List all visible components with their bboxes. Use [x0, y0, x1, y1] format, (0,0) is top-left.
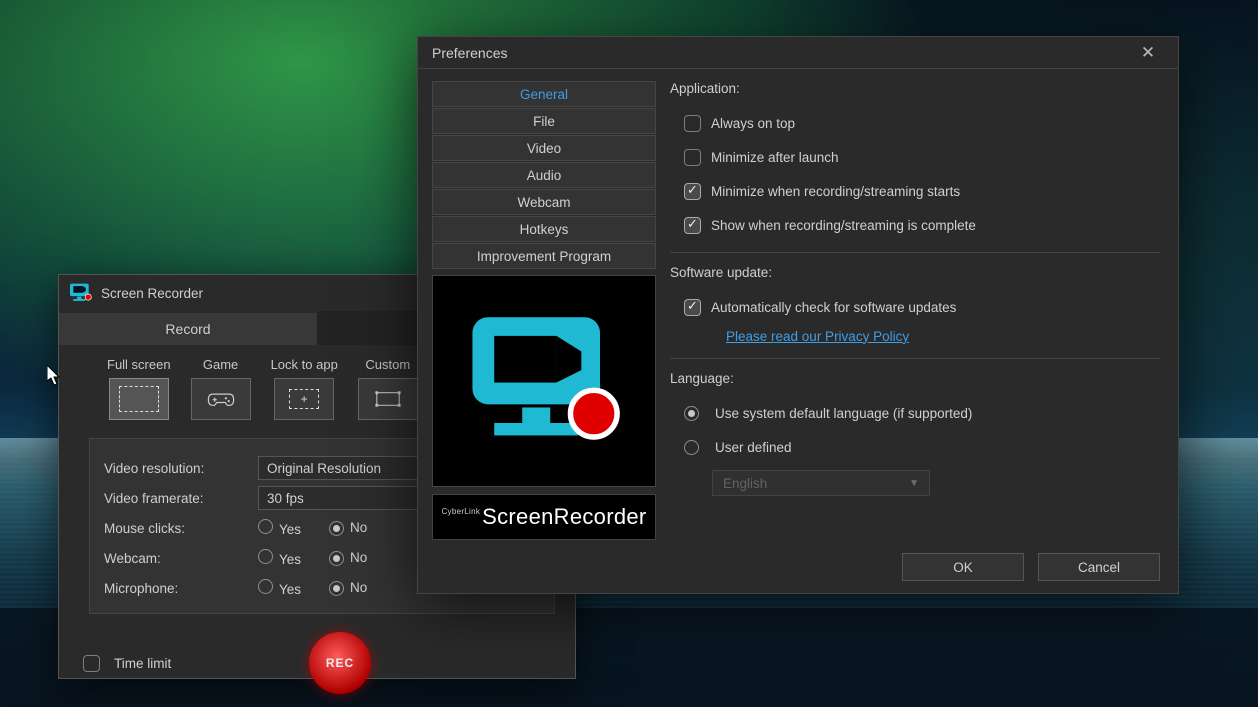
framerate-label: Video framerate:	[104, 491, 258, 506]
mode-custom-button[interactable]	[358, 378, 418, 420]
privacy-policy-link[interactable]: Please read our Privacy Policy	[726, 329, 909, 344]
app-logo-icon	[69, 282, 93, 304]
recorder-title: Screen Recorder	[101, 286, 203, 301]
cancel-button[interactable]: Cancel	[1038, 553, 1160, 581]
mouse-cursor	[47, 365, 63, 387]
language-select[interactable]: English ▼	[712, 470, 930, 496]
application-section-title: Application:	[670, 81, 1160, 96]
preferences-footer: OK Cancel	[418, 541, 1178, 593]
preferences-dialog: Preferences ✕ General File Video Audio W…	[417, 36, 1179, 594]
mic-no-radio[interactable]	[329, 581, 344, 596]
category-hotkeys[interactable]: Hotkeys	[432, 216, 656, 242]
category-webcam[interactable]: Webcam	[432, 189, 656, 215]
mouseclicks-no-radio[interactable]	[329, 521, 344, 536]
mic-yes-radio[interactable]	[258, 579, 273, 594]
category-file[interactable]: File	[432, 108, 656, 134]
mouseclicks-label: Mouse clicks:	[104, 521, 258, 536]
mode-fullscreen-label: Full screen	[107, 357, 171, 372]
section-divider	[670, 358, 1160, 359]
auto-update-label: Automatically check for software updates	[711, 300, 956, 315]
preferences-category-list: General File Video Audio Webcam Hotkeys …	[432, 81, 656, 541]
preferences-titlebar[interactable]: Preferences ✕	[418, 37, 1178, 69]
language-section-title: Language:	[670, 371, 1160, 386]
gamepad-icon	[207, 389, 235, 409]
mode-lock-label: Lock to app	[271, 357, 338, 372]
show-when-complete-label: Show when recording/streaming is complet…	[711, 218, 976, 233]
mode-custom-label: Custom	[365, 357, 410, 372]
language-user-radio[interactable]	[684, 440, 699, 455]
webcam-label: Webcam:	[104, 551, 258, 566]
mode-game-button[interactable]	[191, 378, 251, 420]
timelimit-label: Time limit	[114, 656, 171, 671]
language-user-label: User defined	[715, 440, 792, 455]
preferences-title: Preferences	[432, 45, 507, 61]
ok-button[interactable]: OK	[902, 553, 1024, 581]
recorder-bottom-row: Time limit REC	[59, 614, 575, 694]
language-system-radio[interactable]	[684, 406, 699, 421]
category-improvement[interactable]: Improvement Program	[432, 243, 656, 269]
timelimit-checkbox[interactable]	[83, 655, 100, 672]
tab-record[interactable]: Record	[59, 311, 317, 345]
section-divider	[670, 252, 1160, 253]
show-when-complete-checkbox[interactable]	[684, 217, 701, 234]
minimize-after-launch-checkbox[interactable]	[684, 149, 701, 166]
minimize-after-launch-label: Minimize after launch	[711, 150, 839, 165]
webcam-yes-radio[interactable]	[258, 549, 273, 564]
webcam-no-radio[interactable]	[329, 551, 344, 566]
close-icon[interactable]: ✕	[1132, 43, 1164, 63]
category-audio[interactable]: Audio	[432, 162, 656, 188]
preferences-content: Application: Always on top Minimize afte…	[670, 81, 1164, 541]
category-video[interactable]: Video	[432, 135, 656, 161]
category-general[interactable]: General	[432, 81, 656, 107]
auto-update-checkbox[interactable]	[684, 299, 701, 316]
custom-region-icon	[374, 389, 402, 409]
chevron-down-icon: ▼	[909, 478, 919, 489]
brand-label: CyberLinkScreenRecorder	[432, 494, 656, 540]
microphone-label: Microphone:	[104, 581, 258, 596]
language-system-label: Use system default language (if supporte…	[715, 406, 972, 421]
record-button[interactable]: REC	[309, 632, 371, 694]
lock-to-app-icon	[289, 389, 319, 409]
resolution-label: Video resolution:	[104, 461, 258, 476]
mode-lock-button[interactable]	[274, 378, 334, 420]
minimize-on-record-checkbox[interactable]	[684, 183, 701, 200]
mode-fullscreen-button[interactable]	[109, 378, 169, 420]
brand-artwork	[432, 275, 656, 487]
minimize-on-record-label: Minimize when recording/streaming starts	[711, 184, 960, 199]
always-on-top-label: Always on top	[711, 116, 795, 131]
mode-game-label: Game	[203, 357, 238, 372]
always-on-top-checkbox[interactable]	[684, 115, 701, 132]
software-update-section-title: Software update:	[670, 265, 1160, 280]
mouseclicks-yes-radio[interactable]	[258, 519, 273, 534]
fullscreen-icon	[119, 386, 159, 412]
